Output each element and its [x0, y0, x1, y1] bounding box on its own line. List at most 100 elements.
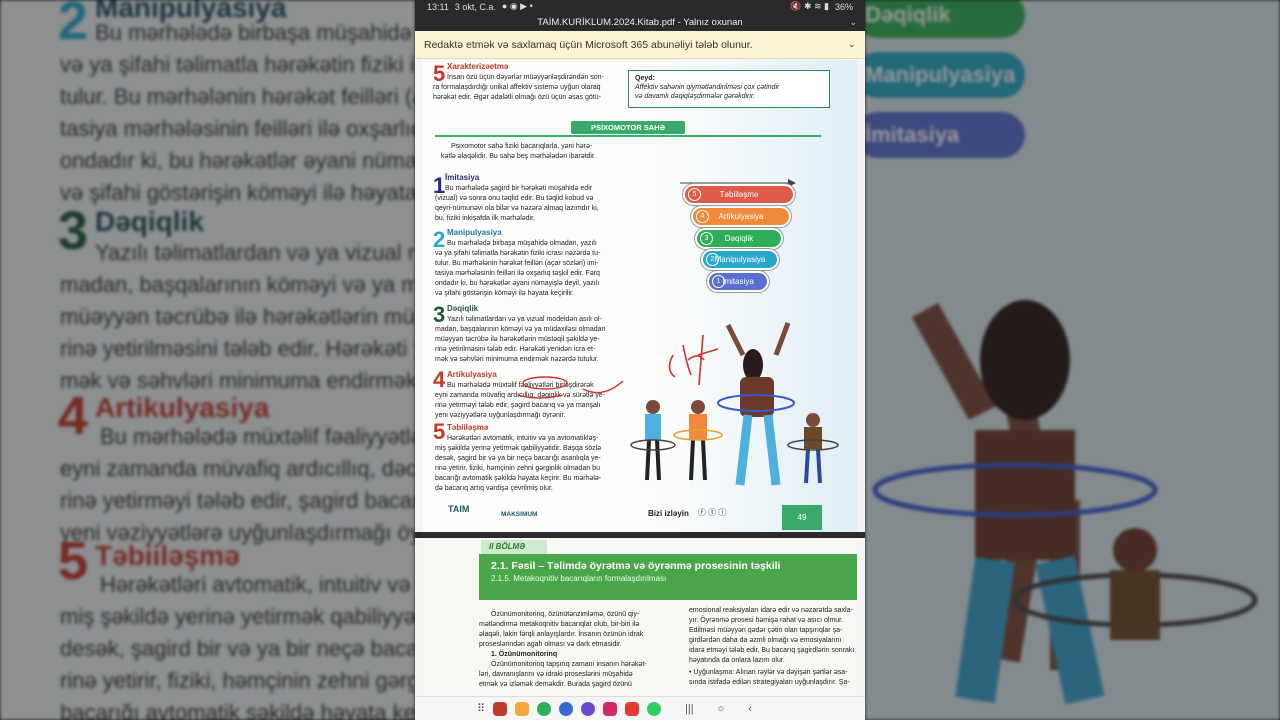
bg-level-pill: Dəqiqlik: [865, 0, 1025, 38]
chevron-down-icon[interactable]: ⌄: [848, 39, 856, 50]
recents-button[interactable]: |||: [685, 703, 694, 715]
domain-title: PSİXOMOTOR SAHƏ: [571, 121, 685, 134]
text-line: tasiya mərhələsinin feilləri ilə oxşarlı…: [435, 270, 600, 277]
text-line: miş şəkildə yerinə yetirmək qabiliyyətid…: [435, 445, 602, 452]
bg-line: miş şəkildə yerinə yetirmək qabiliyyətid…: [60, 604, 415, 629]
level-label: Təbiiləşmə: [719, 190, 759, 199]
bg-illustration: [872, 300, 1258, 705]
text-line: rinə yetirir, fiziki, həmçinin zehni gər…: [435, 465, 600, 472]
text-line: kətlə əlaqəlidir. Bu sahə beş mərhələdən…: [441, 153, 596, 160]
stage-number: 2: [433, 227, 446, 252]
bg-line: və şifahi göstərişin köməyi ilə həyata k…: [60, 180, 415, 205]
text-line: madan, başqalarının köməyi və ya müdaxil…: [435, 326, 606, 333]
signal-icons: 🔇 ✱ ≋ ▮: [790, 1, 829, 11]
bg-number: 5: [58, 531, 89, 591]
level-number: 5: [688, 188, 701, 201]
text-line: sında istifadə edilən strategiyaları uyğ…: [689, 679, 850, 686]
text-line: müəyyən təcrübə ilə hərəkətlərin müstəqi…: [435, 336, 600, 343]
android-nav-bar: ⠿ ||| ○ ‹: [415, 696, 865, 720]
bg-line: ondadır ki, bu hərəkətlər əyani nümayişl…: [60, 148, 415, 173]
pdf-title-bar[interactable]: TAİM.KURİKLUM.2024.Kitab.pdf - Yalnız ox…: [415, 13, 865, 31]
text-line: emosional reaksiyaları idarə edir və nəz…: [689, 607, 853, 614]
text-line: bu, fiziki inkişafda ilk mərhələdir.: [435, 215, 535, 222]
text-line: əlaqəli, lakin fərqli anlayışlardır. İns…: [479, 631, 644, 638]
text-line: də bacarıq artıq vərdişə çevrilmiş olur.: [435, 485, 553, 492]
chapter-header: 2.1. Fəsil – Təlimdə öyrətmə və öyrənmə …: [479, 554, 857, 600]
text-line: İnsan özü üçün dəyərlər müəyyənləşdirənd…: [447, 74, 604, 81]
stage-title: İmitasiya: [445, 173, 480, 182]
bg-number: 3: [58, 201, 89, 261]
text-line: mətləndirmə metakoqnitiv bacarıqlar olub…: [479, 621, 640, 628]
notice-banner[interactable]: Redaktə etmək və saxlamaq üçün Microsoft…: [415, 31, 865, 59]
app-icon[interactable]: [559, 701, 574, 716]
note-text: Affektiv sahənin qiymətləndirilməsi çox …: [635, 84, 780, 91]
notification-icons: ● ◉ ▶ •: [501, 1, 533, 11]
app-icon[interactable]: [493, 701, 508, 716]
bg-line: müəyyən təcrübə ilə hərəkətlərin müstəqi…: [60, 304, 415, 329]
app-icon[interactable]: [537, 701, 552, 716]
level-number: 2: [706, 253, 719, 266]
bg-heading: Artikulyasiya: [95, 392, 270, 423]
maksimum-logo: MAKSIMUM: [501, 511, 538, 518]
stage-number: 3: [433, 302, 446, 327]
text-line: mək və səhvləri minimuma endirmək nəzərd…: [435, 356, 599, 363]
bg-number: 4: [58, 386, 89, 446]
text-line: və şifahi göstərişin köməyi ilə həyata k…: [435, 290, 574, 297]
home-button[interactable]: ○: [718, 703, 725, 715]
bg-line: və ya şifahi təlimatla hərəkətin fiziki …: [60, 52, 415, 77]
pdf-page-next[interactable]: II BÖLMƏ 2.1. Fəsil – Təlimdə öyrətmə və…: [423, 538, 857, 696]
level-pill: 3 Dəqiqlik: [697, 230, 781, 247]
text-line: ləri, davranışlarını və idraki proseslər…: [479, 671, 633, 678]
text-line: proseslərindən agah olması və dark etmas…: [479, 641, 622, 648]
app-icon[interactable]: [603, 701, 618, 716]
app-icon[interactable]: [515, 701, 530, 716]
app-icon[interactable]: [625, 701, 640, 716]
bg-line: tasiya mərhələsinin feilləri ilə oxşarlı…: [60, 116, 415, 141]
level-number: 4: [696, 210, 709, 223]
text-line: Özünümonitorinq, özünütənzimləmə, özünü …: [491, 611, 640, 618]
blurred-background-right: Dəqiqlik Manipulyasiya İmitasiya: [865, 0, 1280, 720]
text-line: (vizual) və sonra onu təqlid edir. Bu tə…: [435, 195, 594, 202]
text-line: həyatında da onlara lazım olur.: [689, 657, 785, 664]
bg-level-pill: İmitasiya: [865, 112, 1025, 158]
app-drawer-icon[interactable]: ⠿: [477, 702, 485, 715]
bg-heading: Dəqiqlik: [95, 206, 204, 237]
chapter-subtitle: 2.1.5. Metakoqnitiv bacarıqların formala…: [491, 574, 667, 583]
text-line: Edilməsi müəyyən qədər çətin olan tapşır…: [689, 627, 843, 634]
pdf-title: TAİM.KURİKLUM.2024.Kitab.pdf - Yalnız ox…: [537, 16, 743, 28]
level-pill: 1 İmitasiya: [709, 273, 767, 290]
follow-label: Bizi izləyin: [648, 509, 689, 518]
back-button[interactable]: ‹: [748, 703, 752, 715]
notice-text: Redaktə etmək və saxlamaq üçün Microsoft…: [424, 38, 753, 51]
stage-number: 5: [433, 419, 446, 444]
bg-line: tulur. Bu mərhələnin hərəkət feilləri (a…: [60, 84, 415, 109]
bg-line: Hərəkətləri avtomatik, intuitiv və ya av…: [100, 572, 415, 597]
bg-number: 2: [58, 0, 89, 51]
text-line: Özünümonitorinq tapşırıq zamanı insanın …: [491, 661, 647, 668]
stage-title: Artikulyasiya: [447, 370, 497, 379]
text-line: etmək və izləmək deməkdir. Burada şagird…: [479, 681, 632, 688]
text-line: hərəkət edir. Əgər ədalətli olmağı özü ü…: [433, 94, 601, 101]
bg-line: Yazılı təlimatlardan və ya vizual modeld…: [95, 240, 415, 265]
app-icon[interactable]: [581, 701, 596, 716]
chevron-down-icon[interactable]: ⌄: [849, 17, 857, 28]
section-heading: Xarakterizəetmə: [447, 62, 509, 71]
blurred-background-left: 2 Manipulyasiya Bu mərhələdə birbaşa müş…: [0, 0, 415, 720]
stage-number: 1: [433, 173, 446, 198]
level-number: 1: [712, 275, 725, 288]
text-line: Yazılı təlimatlardan və ya vizual modeld…: [447, 316, 602, 323]
text-line: bacarığı avtomatik şəkildə həyata keçiri…: [435, 475, 602, 482]
bg-heading: Təbiiləşmə: [95, 540, 240, 571]
status-date: 3 okt, C.a.: [454, 1, 496, 12]
level-label: Dəqiqlik: [724, 234, 754, 243]
text-line: tulur. Bu mərhələnin hərəkət feilləri (a…: [435, 260, 599, 267]
text-line: Bu mərhələdə şagird bir hərəkəti müşahid…: [445, 185, 593, 192]
level-pill: 2 Manipulyasiya: [703, 251, 777, 268]
divider: [435, 135, 821, 137]
note-box: Qeyd: Affektiv sahənin qiymətləndirilməs…: [628, 70, 830, 108]
app-icon[interactable]: [647, 701, 662, 716]
pen-annotation: [517, 376, 624, 399]
stage-title: Manipulyasiya: [447, 228, 502, 237]
pdf-page-49[interactable]: 5 Xarakterizəetmə İnsan özü üçün dəyərlə…: [423, 60, 857, 532]
text-line: Hərəkətləri avtomatik, intuitiv və ya av…: [447, 435, 599, 442]
